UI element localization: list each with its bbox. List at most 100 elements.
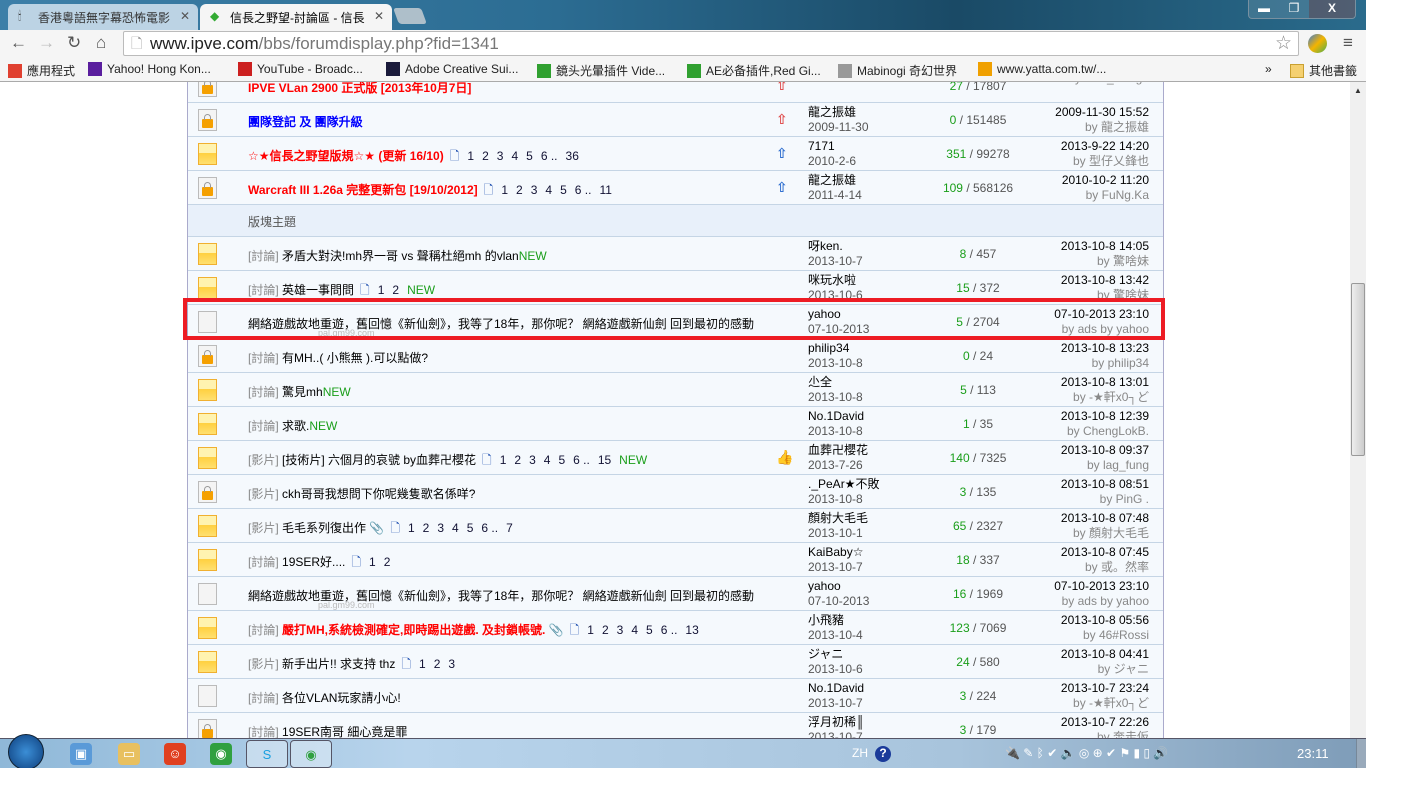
page-link[interactable]: 1 bbox=[501, 183, 508, 197]
thread-prefix[interactable]: [討論] bbox=[248, 691, 279, 705]
author-name[interactable]: 血葬卍櫻花 bbox=[808, 443, 868, 458]
thread-row[interactable]: [討論] 19SER好.... 🗋 1 2 KaiBaby☆ 2013-10-7 18 / … bbox=[188, 543, 1163, 577]
thread-row[interactable]: 網絡遊戲故地重遊，舊回憶《新仙劍》，我等了18年，那你呢？ 網絡遊戲新仙劍 回到… bbox=[188, 577, 1163, 611]
page-link[interactable]: 2 bbox=[392, 283, 399, 297]
back-icon[interactable]: ← bbox=[10, 33, 27, 53]
page-link[interactable]: 3 bbox=[529, 453, 536, 467]
last-post-by[interactable]: by 驚啥妹 bbox=[1061, 288, 1149, 303]
thread-prefix[interactable]: [討論] bbox=[248, 555, 279, 569]
thread-link[interactable]: 19SER南哥 細心竟是罪 bbox=[282, 725, 407, 738]
tab-close-icon[interactable]: ✕ bbox=[374, 9, 384, 23]
thread-prefix[interactable]: [影片] bbox=[248, 487, 279, 501]
author-name[interactable]: 尐全 bbox=[808, 375, 863, 390]
page-link[interactable]: 4 bbox=[544, 453, 551, 467]
page-link[interactable]: 1 bbox=[467, 149, 474, 163]
author-name[interactable]: No.1David bbox=[808, 681, 864, 696]
last-post-by[interactable]: by 驚啥妹 bbox=[1061, 254, 1149, 269]
page-link[interactable]: 7 bbox=[506, 521, 513, 535]
explorer-folder-icon[interactable]: ▭ bbox=[118, 743, 140, 765]
thread-prefix[interactable]: [討論] bbox=[248, 351, 279, 365]
last-post-by[interactable]: by FuNg.Ka bbox=[1062, 188, 1149, 203]
page-link[interactable]: 4 bbox=[545, 183, 552, 197]
last-post-time[interactable]: 2013-9-22 14:20 bbox=[1061, 139, 1149, 154]
page-link[interactable]: 3 bbox=[617, 623, 624, 637]
last-post-time[interactable]: 2013-10-8 08:51 bbox=[1061, 477, 1149, 492]
bookmark-item[interactable]: AE必备插件,Red Gi... bbox=[687, 62, 821, 79]
last-post-time[interactable]: 2013-10-8 07:48 bbox=[1061, 511, 1149, 526]
skype-icon[interactable]: S bbox=[246, 740, 288, 768]
thread-link[interactable]: ckh哥哥我想問下你呢幾隻歌名係咩? bbox=[282, 487, 475, 501]
thread-row[interactable]: [討論] 英雄一事問問 🗋 1 2 NEW 咪玩水啦 2013-10-6 15 / 372 20… bbox=[188, 271, 1163, 305]
page-link[interactable]: 1 bbox=[408, 521, 415, 535]
last-post-time[interactable]: 2013-10-7 23:24 bbox=[1061, 681, 1149, 696]
thread-link[interactable]: 驚見mh bbox=[282, 385, 323, 399]
bookmark-item[interactable]: 鏡头光暈插件 Vide... bbox=[537, 62, 665, 79]
last-post-by[interactable]: by 顏射大毛毛 bbox=[1061, 526, 1149, 541]
scroll-thumb[interactable] bbox=[1351, 283, 1365, 456]
last-post-by[interactable]: by ジャニ bbox=[1061, 662, 1149, 677]
page-link[interactable]: 3 bbox=[437, 521, 444, 535]
page-link[interactable]: 5 bbox=[467, 521, 474, 535]
last-post-by[interactable]: by 型仔乂鋒也 bbox=[1061, 154, 1149, 169]
page-link[interactable]: 2 bbox=[602, 623, 609, 637]
bookmark-star-icon[interactable]: ☆ bbox=[1275, 32, 1292, 55]
last-post-time[interactable]: 2013-10-8 13:42 bbox=[1061, 273, 1149, 288]
author-name[interactable]: No.1David bbox=[808, 409, 864, 424]
last-post-by[interactable]: by -★軒x0┐ど bbox=[1061, 390, 1149, 405]
thread-prefix[interactable]: [討論] bbox=[248, 623, 279, 637]
page-link[interactable]: 5 bbox=[560, 183, 567, 197]
menu-icon[interactable]: ≡ bbox=[1343, 33, 1353, 53]
thread-prefix[interactable]: [討論] bbox=[248, 385, 279, 399]
page-link[interactable]: 4 bbox=[631, 623, 638, 637]
thread-link[interactable]: 有MH..( 小熊無 ).可以點做? bbox=[282, 351, 428, 365]
game-icon[interactable]: ☺ bbox=[164, 743, 186, 765]
thread-link[interactable]: 團隊登記 及 團隊升級 bbox=[248, 115, 363, 129]
clock[interactable]: 23:11 bbox=[1297, 746, 1329, 761]
last-post-by[interactable]: by 46#Rossi bbox=[1061, 628, 1149, 643]
page-link[interactable]: 2 bbox=[482, 149, 489, 163]
page-link[interactable]: 1 bbox=[378, 283, 385, 297]
thread-link[interactable]: 各位VLAN玩家請小心! bbox=[282, 691, 401, 705]
thread-row[interactable]: IPVE VLan 2900 正式版 [2013年10月7日] ⇧ 2010-6-1… bbox=[188, 82, 1163, 103]
thread-row[interactable]: ☆★信長之野望版規☆★ (更新 16/10) 🗋 1 2 3 4 5 6 .. 36 ⇧ 7171 2… bbox=[188, 137, 1163, 171]
thread-row[interactable]: [影片] 新手出片!! 求支持 thz 🗋 1 2 3 ジャニ 2013-10-6 24 / … bbox=[188, 645, 1163, 679]
thread-row[interactable]: [影片] 毛毛系列復出作 📎 🗋 1 2 3 4 5 6 .. 7 顏射大毛毛 2013-10-1 6… bbox=[188, 509, 1163, 543]
thread-prefix[interactable]: [影片] bbox=[248, 521, 279, 535]
page-link[interactable]: 11 bbox=[599, 183, 611, 197]
author-name[interactable]: ジャニ bbox=[808, 647, 863, 662]
thread-link[interactable]: 新手出片!! 求支持 thz bbox=[282, 657, 395, 671]
thread-row[interactable]: Warcraft III 1.26a 完整更新包 [19/10/2012] 🗋 1 2… bbox=[188, 171, 1163, 205]
last-post-by[interactable]: by alan_wong8 bbox=[1068, 82, 1149, 86]
thread-row[interactable]: [討論] 嚴打MH,系統檢測確定,即時踢出遊戲. 及封鎖帳號. 📎 🗋 1 2 3 4 5 6… bbox=[188, 611, 1163, 645]
author-name[interactable]: 小飛豬 bbox=[808, 613, 863, 628]
bookmark-item[interactable]: Yahoo! Hong Kon... bbox=[88, 62, 211, 76]
last-post-time[interactable]: 2009-11-30 15:52 bbox=[1055, 105, 1149, 120]
home-icon[interactable]: ⌂ bbox=[96, 33, 106, 53]
page-link[interactable]: 1 bbox=[587, 623, 594, 637]
language-indicator[interactable]: ZH bbox=[852, 746, 868, 760]
author-name[interactable]: yahoo bbox=[808, 307, 869, 322]
author-name[interactable]: ._PeAr★不敗 bbox=[808, 477, 879, 492]
tab-active[interactable]: ◆ 信長之野望-討論區 - 信長 ✕ bbox=[200, 4, 392, 30]
other-bookmarks[interactable]: 其他書籤 bbox=[1290, 62, 1357, 79]
page-link[interactable]: 2 bbox=[514, 453, 521, 467]
last-post-by[interactable]: by PinG . bbox=[1061, 492, 1149, 507]
last-post-time[interactable]: 2013-10-7 22:26 bbox=[1061, 715, 1149, 730]
thread-link[interactable]: 毛毛系列復出作 bbox=[282, 521, 366, 535]
last-post-by[interactable]: by 或。然率 bbox=[1061, 560, 1149, 575]
author-name[interactable]: 龍之振雄 bbox=[808, 173, 862, 188]
address-bar[interactable]: 🗋 www.ipve.com/bbs/forumdisplay.php?fid=1… bbox=[123, 31, 1299, 56]
page-link[interactable]: 2 bbox=[434, 657, 441, 671]
page-link[interactable]: 15 bbox=[598, 453, 611, 467]
page-link[interactable]: 2 bbox=[516, 183, 523, 197]
thread-link[interactable]: ☆★信長之野望版規☆★ (更新 16/10) bbox=[248, 149, 444, 163]
page-link[interactable]: 6 .. bbox=[541, 149, 558, 163]
thread-row[interactable]: [影片] [技術片] 六個月的哀號 by血葬卍櫻花 🗋 1 2 3 4 5 6 .. 15 NEW… bbox=[188, 441, 1163, 475]
last-post-time[interactable]: 2013-10-8 12:39 bbox=[1061, 409, 1149, 424]
last-post-time[interactable]: 2013-10-8 13:01 bbox=[1061, 375, 1149, 390]
page-link[interactable]: 3 bbox=[531, 183, 538, 197]
thread-prefix[interactable]: [討論] bbox=[248, 725, 279, 738]
last-post-time[interactable]: 2013-10-8 14:05 bbox=[1061, 239, 1149, 254]
page-link[interactable]: 2 bbox=[384, 555, 391, 569]
reload-icon[interactable]: ↻ bbox=[67, 33, 81, 53]
